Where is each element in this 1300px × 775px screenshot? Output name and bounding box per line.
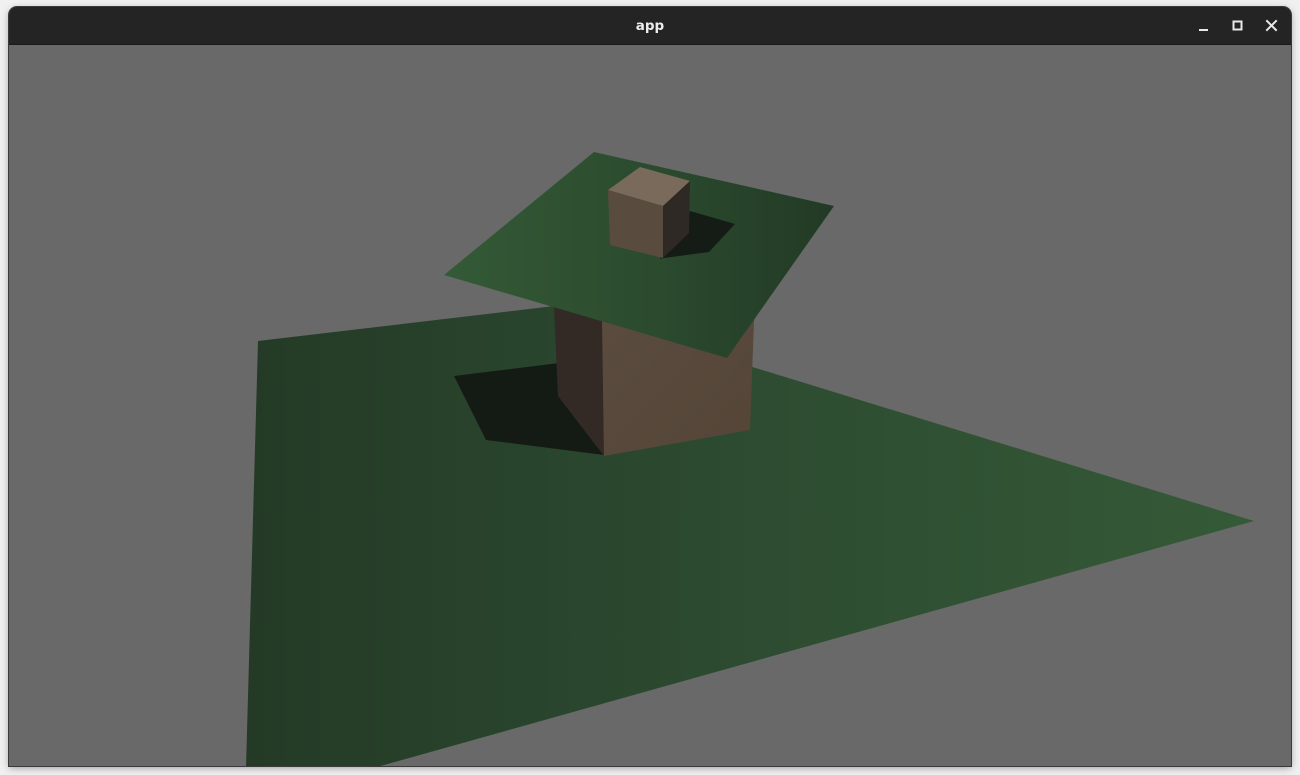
minimize-icon (1199, 29, 1208, 31)
3d-viewport[interactable] (9, 45, 1291, 766)
titlebar[interactable]: app (9, 7, 1291, 45)
close-button[interactable] (1260, 14, 1284, 38)
app-window: app (9, 7, 1291, 766)
window-title: app (635, 18, 665, 34)
minimize-button[interactable] (1192, 14, 1216, 38)
maximize-icon (1232, 20, 1243, 31)
close-icon (1265, 19, 1278, 32)
maximize-button[interactable] (1226, 14, 1250, 38)
scene-canvas[interactable] (9, 45, 1291, 766)
